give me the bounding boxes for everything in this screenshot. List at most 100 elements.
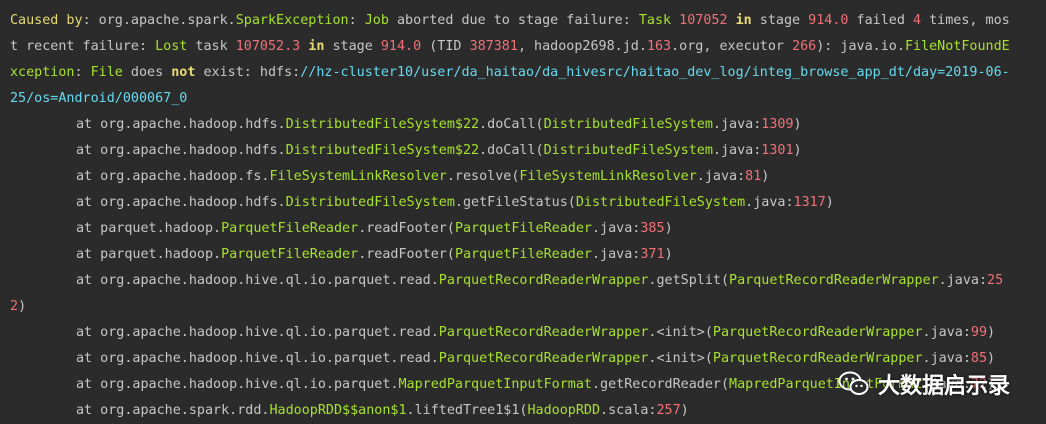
log-token: at org.apache.hadoop.hive.ql.io.parquet.… (76, 273, 439, 288)
stack-frame-line: at org.apache.hadoop.hdfs.DistributedFil… (10, 138, 1038, 164)
log-token: MapredParquetInputFormat (398, 377, 592, 392)
stack-frame-line: at org.apache.hadoop.hdfs. DistributedFil… (10, 190, 1038, 216)
log-token: 257 (656, 403, 681, 418)
log-token: HadoopRDD (527, 403, 601, 418)
log-token: .<init>( (648, 351, 713, 366)
log-line: 25/os=Android/000067_0 (10, 86, 1038, 112)
log-token: ParquetRecordReaderWrapper (712, 351, 923, 366)
log-token: t recent failure: (10, 39, 156, 54)
log-token: 371 (640, 247, 665, 262)
log-token: FileSystemLinkResolver (269, 169, 447, 184)
log-token: ParquetRecordReaderWrapper (438, 351, 649, 366)
log-token: stage (324, 39, 381, 54)
log-token: (TID (421, 39, 470, 54)
log-token: ParquetRecordReaderWrapper (438, 325, 649, 340)
log-token: .scala: (600, 403, 657, 418)
wechat-icon (838, 370, 870, 398)
log-token: ) (761, 169, 770, 184)
log-token: at org.apache.hadoop.hive.ql.io.parquet.… (76, 325, 439, 340)
log-token: .java: (592, 221, 641, 236)
log-token: does (122, 65, 172, 80)
log-token: : (348, 13, 365, 28)
log-token: .java: (592, 247, 641, 262)
log-token: 2 (10, 299, 19, 314)
log-token: 25 (987, 273, 1004, 288)
stack-frame-line: at parquet.hadoop.ParquetFileReader.read… (10, 216, 1038, 242)
log-token[interactable]: 25/os=Android/000067_0 (10, 91, 187, 106)
log-line: xception: File does not exist: hdfs://hz… (10, 60, 1038, 86)
log-token: 99 (970, 325, 988, 340)
log-token: .java: (922, 325, 971, 340)
log-token: .java: (938, 273, 988, 288)
log-line: Caused by: org.apache.spark.SparkExcepti… (10, 8, 1038, 34)
log-token: at org.apache.hadoop.hdfs. (76, 195, 286, 210)
log-token: ) (825, 195, 834, 210)
log-token: 266 (792, 39, 817, 54)
log-token: DistributedFileSystem$22 (285, 143, 480, 158)
stack-frame-line: at org.apache.spark.rdd.HadoopRDD$$anon$… (10, 398, 1038, 424)
log-token (671, 13, 679, 28)
log-token: .resolve( (446, 169, 520, 184)
log-token: at org.apache.hadoop.hdfs. (76, 117, 286, 132)
log-token: ParquetFileReader (221, 247, 359, 262)
log-token: 4 (912, 13, 922, 28)
log-token: task (187, 39, 236, 54)
log-token: 107052.3 (235, 39, 301, 54)
log-token[interactable]: //hz-cluster10/user/da_haitao/da_hivesrc… (300, 65, 1009, 80)
log-token: ) (987, 325, 996, 340)
stack-frame-line: at org.apache.hadoop.hive.ql.io.parquet.… (10, 268, 1038, 294)
stack-frame-line: at org.apache.hadoop.fs.FileSystemLinkRe… (10, 164, 1038, 190)
log-token: .liftedTree1$1( (406, 403, 528, 418)
log-token: 85 (970, 351, 988, 366)
log-token: ) (793, 143, 802, 158)
watermark: 大数据启示录 (838, 368, 1010, 400)
log-token: 385 (640, 221, 665, 236)
log-token: .readFooter( (358, 247, 455, 262)
log-token: File (90, 65, 123, 80)
log-token: DistributedFileSystem (543, 143, 713, 158)
log-token: FileSystemLinkResolver (519, 169, 697, 184)
log-line: 2) (10, 294, 1038, 320)
log-token: DistributedFileSystem (575, 195, 746, 210)
stack-frame-line: at org.apache.hadoop.hive.ql.io.parquet.… (10, 320, 1038, 346)
log-token: 81 (745, 169, 762, 184)
log-token: ) (680, 403, 689, 418)
log-token: 163 (646, 39, 672, 54)
stack-frame-line: at org.apache.hadoop.hdfs.DistributedFil… (10, 112, 1038, 138)
log-token: Lost (155, 39, 188, 54)
log-token: .getFileStatus( (454, 195, 576, 210)
log-token: 914.0 (380, 39, 422, 54)
log-token: ParquetFileReader (454, 221, 592, 236)
log-token: at org.apache.hadoop.hdfs. (76, 143, 286, 158)
log-token: ) (18, 299, 27, 314)
log-token: .getRecordReader( (591, 377, 730, 392)
log-token: .readFooter( (358, 221, 455, 236)
log-token: Job (364, 13, 389, 28)
log-token: in (308, 39, 325, 54)
log-token: ): java.io. (816, 39, 905, 54)
log-token: 914.0 (808, 13, 849, 28)
log-token: .java: (712, 117, 762, 132)
log-token: exist: hdfs: (195, 65, 301, 80)
watermark-text: 大数据启示录 (877, 374, 1010, 399)
log-token: at org.apache.hadoop.fs. (76, 169, 270, 184)
log-token: at org.apache.hadoop.hive.ql.io.parquet.… (76, 351, 439, 366)
log-token: .java: (696, 169, 746, 184)
log-token: at org.apache.hadoop.hive.ql.io.parquet. (76, 377, 399, 392)
log-token: .java: (712, 143, 762, 158)
log-token: DistributedFileSystem (543, 117, 713, 132)
log-token: stage (751, 13, 809, 28)
log-token: HadoopRDD$$anon$1 (269, 403, 407, 418)
log-token: SparkException (235, 13, 349, 28)
log-token: : org.apache.spark. (82, 13, 236, 28)
log-token: DistributedFileSystem$22 (285, 117, 480, 132)
log-token: .java: (745, 195, 794, 210)
log-token: ParquetFileReader (454, 247, 592, 262)
log-token: failed (848, 13, 913, 28)
log-token: at parquet.hadoop. (76, 247, 222, 262)
log-token: 387381 (469, 39, 518, 54)
log-token: .doCall( (479, 143, 544, 158)
log-token: : (74, 65, 91, 80)
log-token: Caused by (10, 13, 83, 28)
log-token: ) (664, 221, 673, 236)
